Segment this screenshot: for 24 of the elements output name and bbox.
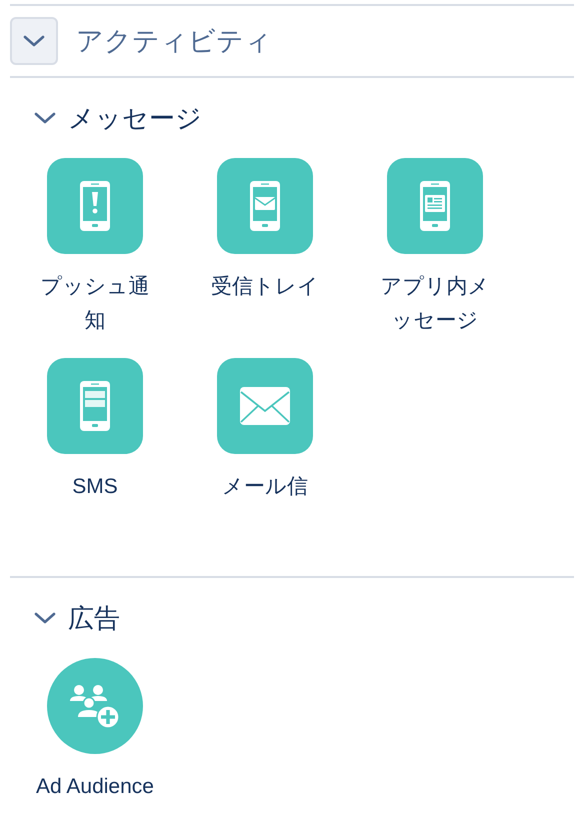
- chevron-down-icon: [34, 112, 56, 124]
- activity-tile[interactable]: [47, 158, 143, 254]
- phone-chat-icon: [80, 381, 110, 431]
- chevron-down-icon: [23, 35, 45, 47]
- collapse-button[interactable]: [10, 17, 58, 65]
- section-header[interactable]: 広告: [10, 578, 120, 658]
- activity-tile[interactable]: [217, 158, 313, 254]
- activity-label: 受信トレイ: [210, 274, 320, 300]
- activity-label: プッシュ通知: [40, 274, 150, 334]
- activity-tile[interactable]: [217, 358, 313, 454]
- panel-title: アクティビティ: [76, 24, 272, 58]
- chevron-down-icon: [34, 612, 56, 624]
- activity-tile[interactable]: [387, 158, 483, 254]
- activity-label: Ad Audience: [35, 774, 155, 800]
- activity-tile[interactable]: [47, 358, 143, 454]
- activity-label: アプリ内メッセージ: [380, 274, 490, 334]
- add-people-icon: [70, 683, 120, 729]
- envelope-icon: [240, 387, 290, 425]
- activity-label: メール信: [221, 474, 309, 500]
- phone-message-icon: [420, 181, 450, 231]
- phone-envelope-icon: [250, 181, 280, 231]
- section-header[interactable]: メッセージ: [10, 78, 202, 158]
- activity-label: SMS: [71, 474, 119, 500]
- phone-alert-icon: [80, 181, 110, 231]
